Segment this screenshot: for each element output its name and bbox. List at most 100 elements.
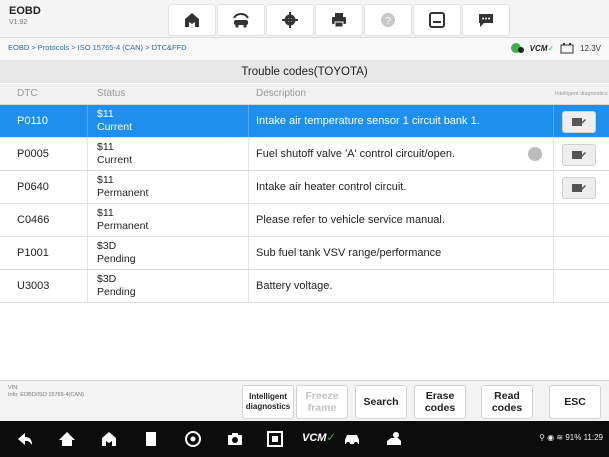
column-description: Description bbox=[256, 88, 307, 99]
breadcrumb-bar: EOBD > Protocols > ISO 15765-4 (CAN) > D… bbox=[0, 38, 609, 61]
dtc-status: $3D Pending bbox=[97, 273, 136, 299]
column-status: Status bbox=[97, 88, 126, 99]
status-code: $11 bbox=[97, 108, 114, 120]
freeze-frame-button[interactable]: Freeze frame bbox=[296, 385, 348, 419]
android-nav-bar: VCM✓ ⚲ ◉ ≋ 91% 11:29 bbox=[0, 421, 609, 457]
location-icon: ⚲ bbox=[539, 433, 545, 442]
status-text: Pending bbox=[97, 253, 136, 265]
column-divider bbox=[553, 270, 554, 302]
dtc-description: Battery voltage. bbox=[256, 280, 333, 292]
status-code: $3D bbox=[97, 273, 117, 285]
dtc-description: Please refer to vehicle service manual. bbox=[256, 214, 445, 226]
column-divider bbox=[87, 105, 88, 137]
dtc-code: P0005 bbox=[17, 148, 49, 160]
dtc-description: Intake air heater control circuit. bbox=[256, 181, 407, 193]
column-divider bbox=[553, 105, 554, 137]
report-edit-icon bbox=[572, 184, 586, 192]
table-row[interactable]: P0110 $11 Current Intake air temperature se… bbox=[0, 105, 609, 138]
chat-button[interactable] bbox=[462, 4, 510, 36]
settings-button[interactable] bbox=[266, 4, 314, 36]
top-toolbar: EOBD V1.92 ? bbox=[0, 0, 609, 38]
intelligent-diagnostics-row-button[interactable] bbox=[562, 111, 596, 133]
battery-voltage-icon bbox=[560, 42, 574, 53]
status-code: $11 bbox=[97, 174, 114, 186]
freeze-frame-icon[interactable] bbox=[528, 147, 542, 161]
table-row[interactable]: P1001 $3D Pending Sub fuel tank VSV range/p… bbox=[0, 237, 609, 270]
vcm-nav-icon[interactable]: VCM✓ bbox=[302, 431, 336, 451]
column-divider bbox=[248, 204, 249, 236]
recent-apps-icon[interactable] bbox=[141, 429, 161, 449]
column-header: DTC Status Description Intelligent diagn… bbox=[0, 84, 609, 105]
column-divider bbox=[553, 204, 554, 236]
camera-icon[interactable] bbox=[225, 429, 245, 449]
intelligent-diagnostics-button[interactable]: Intelligent diagnostics bbox=[242, 385, 294, 419]
save-button[interactable] bbox=[413, 4, 461, 36]
vci-connection-icon bbox=[510, 43, 524, 53]
home-icon bbox=[185, 13, 199, 27]
dtc-description: Fuel shutoff valve 'A' control circuit/o… bbox=[256, 148, 456, 160]
column-divider bbox=[553, 237, 554, 269]
status-text: Permanent bbox=[97, 187, 149, 199]
vehicle-nav-icon[interactable] bbox=[342, 429, 362, 449]
table-row[interactable]: C0466 $11 Permanent Please refer to vehicle… bbox=[0, 204, 609, 237]
printer-icon bbox=[332, 13, 346, 28]
dtc-code: P0110 bbox=[17, 115, 48, 127]
svg-text:?: ? bbox=[385, 16, 391, 27]
table-row[interactable]: U3003 $3D Pending Battery voltage. bbox=[0, 270, 609, 303]
gear-icon bbox=[282, 12, 298, 28]
dtc-code: P1001 bbox=[17, 247, 49, 259]
home-button[interactable] bbox=[168, 4, 216, 36]
column-divider bbox=[87, 204, 88, 236]
vehicle-swap-icon bbox=[233, 12, 249, 28]
vcm-label: VCM✓ bbox=[529, 43, 555, 53]
breadcrumb[interactable]: EOBD > Protocols > ISO 15765-4 (CAN) > D… bbox=[8, 43, 187, 52]
screen-capture-icon[interactable] bbox=[265, 429, 285, 449]
status-text: Current bbox=[97, 154, 133, 166]
app-title: EOBD bbox=[9, 5, 41, 17]
column-divider bbox=[87, 237, 88, 269]
status-code: $11 bbox=[97, 207, 114, 219]
back-icon[interactable] bbox=[15, 429, 35, 449]
status-text: Current bbox=[97, 121, 133, 133]
column-divider bbox=[248, 270, 249, 302]
dtc-status: $11 Current bbox=[97, 108, 132, 134]
erase-codes-button[interactable]: Erase codes bbox=[414, 385, 466, 419]
status-text: Pending bbox=[97, 286, 136, 298]
home-nav-icon[interactable] bbox=[57, 429, 77, 449]
help-button[interactable]: ? bbox=[364, 4, 412, 36]
read-codes-button[interactable]: Read codes bbox=[481, 385, 533, 419]
save-icon bbox=[429, 12, 445, 28]
system-status: ⚲ ◉ ≋ 91% 11:29 bbox=[539, 433, 603, 442]
esc-button[interactable]: ESC bbox=[549, 385, 601, 419]
intelligent-diagnostics-row-button[interactable] bbox=[562, 144, 596, 166]
intelligent-diagnostics-row-button[interactable] bbox=[562, 177, 596, 199]
dtc-code: U3003 bbox=[17, 280, 50, 292]
vin-label: VIN: bbox=[8, 385, 19, 391]
vehicle-info: VIN: Info: EOBD/ISO 15765-4(CAN) bbox=[8, 385, 84, 399]
help-icon: ? bbox=[381, 13, 395, 27]
dtc-code: P0640 bbox=[17, 181, 49, 193]
vehicle-swap-button[interactable] bbox=[217, 4, 265, 36]
column-divider bbox=[248, 138, 249, 170]
column-divider bbox=[248, 237, 249, 269]
table-title: Trouble codes(TOYOTA) bbox=[0, 61, 609, 83]
column-divider bbox=[87, 270, 88, 302]
voltage-value: 12.3V bbox=[580, 43, 601, 53]
search-button[interactable]: Search bbox=[355, 385, 407, 419]
print-button[interactable] bbox=[315, 4, 363, 36]
vci-status: VCM✓ 12.3V bbox=[510, 42, 601, 54]
chat-icon bbox=[479, 14, 493, 27]
dtc-status: $11 Current bbox=[97, 141, 132, 167]
table-row[interactable]: P0005 $11 Current Fuel shutoff valve 'A' co… bbox=[0, 138, 609, 171]
dtc-description: Sub fuel tank VSV range/performance bbox=[256, 247, 442, 259]
browser-icon[interactable] bbox=[183, 429, 203, 449]
clock: 11:29 bbox=[583, 433, 603, 442]
remote-expert-icon[interactable] bbox=[384, 429, 404, 449]
column-divider bbox=[553, 138, 554, 170]
diagnostics-home-icon[interactable] bbox=[99, 429, 119, 449]
protocol-info: Info: EOBD/ISO 15765-4(CAN) bbox=[8, 392, 84, 398]
dtc-status: $11 Permanent bbox=[97, 207, 148, 233]
column-dtc: DTC bbox=[17, 88, 38, 99]
column-divider bbox=[248, 105, 249, 137]
table-row[interactable]: P0640 $11 Permanent Intake air heater contr… bbox=[0, 171, 609, 204]
